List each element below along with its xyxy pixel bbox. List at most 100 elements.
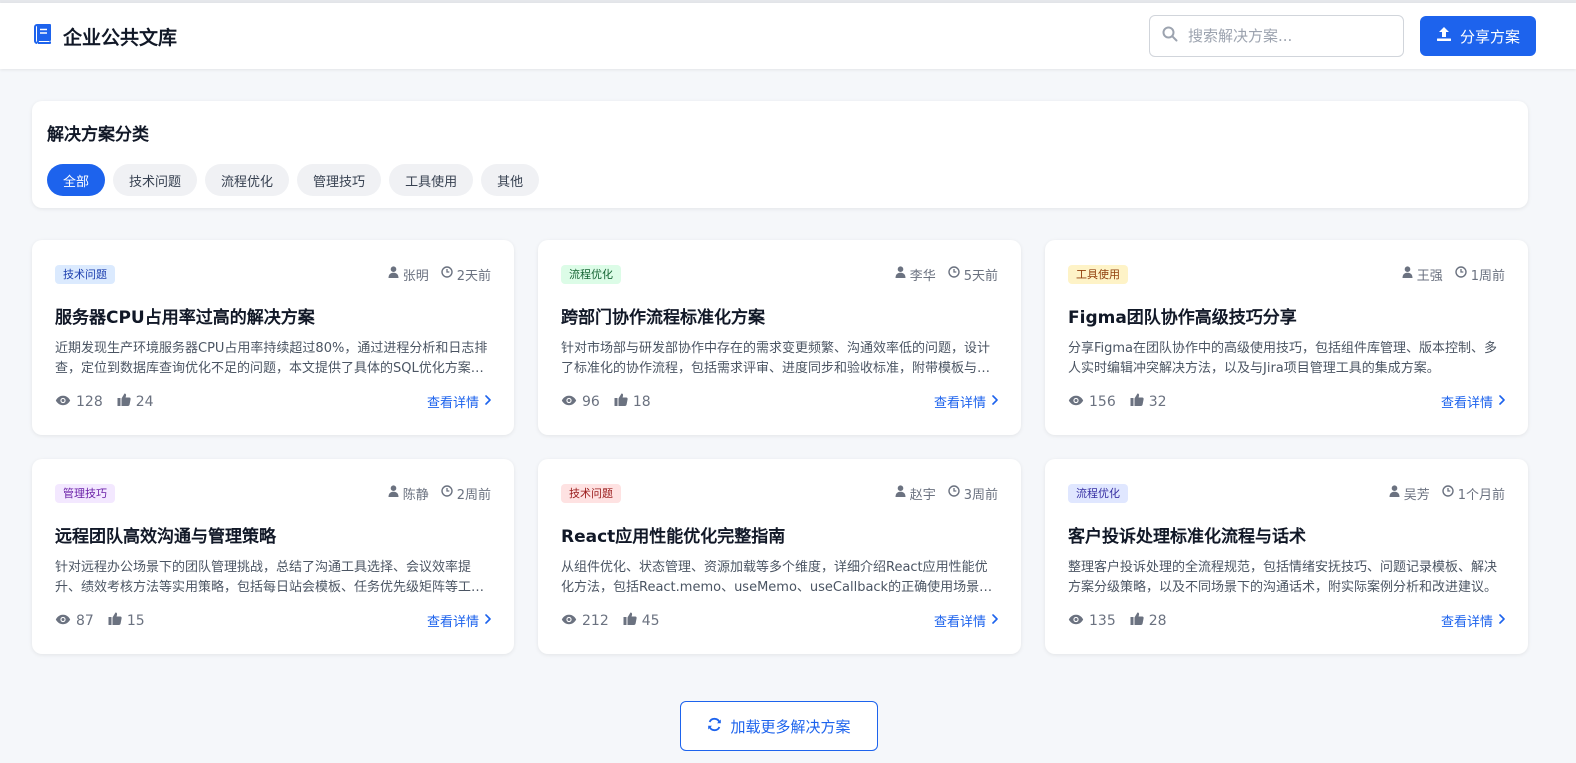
load-more-label: 加载更多解决方案	[730, 717, 851, 736]
like-count: 28	[1148, 612, 1167, 629]
card-title[interactable]: React应用性能优化完整指南	[561, 522, 998, 547]
view-details-link[interactable]: 查看详情	[934, 392, 998, 411]
like-count: 15	[126, 612, 145, 629]
chevron-right-icon	[992, 394, 998, 409]
user-icon	[388, 266, 399, 282]
view-details-link[interactable]: 查看详情	[427, 611, 491, 630]
share-button-label: 分享方案	[1459, 27, 1520, 46]
category-chip-other[interactable]: 其他	[481, 164, 540, 196]
like-count: 45	[641, 612, 660, 629]
view-details-label: 查看详情	[933, 615, 986, 630]
author-name: 张明	[402, 268, 429, 284]
category-tag: 管理技巧	[55, 483, 115, 503]
card-meta: 陈静 2周前	[388, 484, 491, 503]
thumbs-up-icon	[614, 393, 628, 410]
category-chip-all[interactable]: 全部	[47, 164, 106, 196]
card-meta: 吴芳 1个月前	[1389, 484, 1505, 503]
chevron-right-icon	[485, 394, 491, 409]
post-time: 2周前	[456, 487, 491, 503]
category-tag: 工具使用	[1068, 264, 1128, 284]
book-icon	[32, 23, 54, 49]
card-stats: 212 45	[561, 612, 660, 629]
card-title[interactable]: 跨部门协作流程标准化方案	[561, 303, 998, 328]
solution-card[interactable]: 流程优化 吴芳 1个月前 客户投诉处理标准化流程与话术 整理客户投诉处理的全流程…	[1045, 459, 1528, 654]
solution-card[interactable]: 技术问题 赵宇 3周前 React应用性能优化完整指南 从组件优化、状态管理、资…	[538, 459, 1021, 654]
upload-icon	[1436, 26, 1452, 46]
view-details-link[interactable]: 查看详情	[934, 611, 998, 630]
card-meta: 王强 1周前	[1402, 265, 1505, 284]
view-count: 212	[582, 612, 609, 629]
thumbs-up-icon	[1130, 393, 1144, 410]
view-details-link[interactable]: 查看详情	[427, 392, 491, 411]
category-filter: 全部 技术问题 流程优化 管理技巧 工具使用 其他	[47, 164, 1513, 196]
card-stats: 135 28	[1068, 612, 1167, 629]
app-header: 企业公共文库 分享方案	[0, 3, 1576, 69]
eye-icon	[1068, 394, 1084, 410]
eye-icon	[55, 613, 71, 629]
view-details-label: 查看详情	[426, 615, 479, 630]
view-count: 96	[582, 393, 600, 410]
view-count: 135	[1089, 612, 1116, 629]
category-chip-process[interactable]: 流程优化	[205, 164, 290, 196]
category-chip-tech[interactable]: 技术问题	[113, 164, 198, 196]
solution-card[interactable]: 流程优化 李华 5天前 跨部门协作流程标准化方案 针对市场部与研发部协作中存在的…	[538, 240, 1021, 435]
view-details-link[interactable]: 查看详情	[1441, 392, 1505, 411]
solution-grid: 技术问题 张明 2天前 服务器CPU占用率过高的解决方案 近期发现生产环境服务器…	[32, 240, 1528, 654]
view-details-link[interactable]: 查看详情	[1441, 611, 1505, 630]
user-icon	[895, 266, 906, 282]
card-title[interactable]: 客户投诉处理标准化流程与话术	[1068, 522, 1505, 547]
card-description: 近期发现生产环境服务器CPU占用率持续超过80%，通过进程分析和日志排查，定位到…	[55, 341, 488, 376]
card-title[interactable]: 服务器CPU占用率过高的解决方案	[55, 303, 491, 328]
card-meta: 张明 2天前	[388, 265, 491, 284]
post-time: 2天前	[456, 268, 491, 284]
load-more-button[interactable]: 加载更多解决方案	[680, 701, 878, 751]
category-tag: 流程优化	[1068, 483, 1128, 503]
user-icon	[1389, 485, 1400, 501]
refresh-icon	[707, 717, 722, 736]
eye-icon	[55, 394, 71, 410]
post-time: 3周前	[963, 487, 998, 503]
card-title[interactable]: Figma团队协作高级技巧分享	[1068, 303, 1505, 328]
card-description: 从组件优化、状态管理、资源加载等多个维度，详细介绍React应用性能优化方法，包…	[561, 560, 993, 595]
post-time: 1个月前	[1457, 487, 1505, 503]
card-meta: 李华 5天前	[895, 265, 998, 284]
solution-card[interactable]: 工具使用 王强 1周前 Figma团队协作高级技巧分享 分享Figma在团队协作…	[1045, 240, 1528, 435]
view-details-label: 查看详情	[1440, 615, 1493, 630]
search-input[interactable]	[1187, 27, 1378, 45]
thumbs-up-icon	[117, 393, 131, 410]
author-name: 吴芳	[1403, 487, 1430, 503]
view-count: 156	[1089, 393, 1116, 410]
eye-icon	[1068, 613, 1084, 629]
author-name: 李华	[909, 268, 936, 284]
card-title[interactable]: 远程团队高效沟通与管理策略	[55, 522, 491, 547]
search-box[interactable]	[1148, 15, 1404, 57]
card-stats: 87 15	[55, 612, 145, 629]
post-time: 1周前	[1470, 268, 1505, 284]
clock-icon	[441, 485, 453, 501]
card-description: 针对市场部与研发部协作中存在的需求变更频繁、沟通效率低的问题，设计了标准化的协作…	[561, 341, 991, 376]
clock-icon	[441, 266, 453, 282]
category-tag: 技术问题	[561, 483, 621, 503]
solution-card[interactable]: 管理技巧 陈静 2周前 远程团队高效沟通与管理策略 针对远程办公场景下的团队管理…	[32, 459, 514, 654]
card-stats: 128 24	[55, 393, 154, 410]
like-count: 32	[1148, 393, 1167, 410]
author-name: 赵宇	[909, 487, 936, 503]
brand[interactable]: 企业公共文库	[32, 23, 177, 50]
like-count: 24	[135, 393, 154, 410]
view-count: 128	[76, 393, 103, 410]
chevron-right-icon	[485, 613, 491, 628]
category-chip-tools[interactable]: 工具使用	[389, 164, 474, 196]
thumbs-up-icon	[108, 612, 122, 629]
user-icon	[895, 485, 906, 501]
thumbs-up-icon	[623, 612, 637, 629]
category-title: 解决方案分类	[47, 125, 149, 145]
category-chip-management[interactable]: 管理技巧	[297, 164, 382, 196]
solution-card[interactable]: 技术问题 张明 2天前 服务器CPU占用率过高的解决方案 近期发现生产环境服务器…	[32, 240, 514, 435]
clock-icon	[948, 485, 960, 501]
category-panel: 解决方案分类 全部 技术问题 流程优化 管理技巧 工具使用 其他	[32, 101, 1528, 208]
card-description: 整理客户投诉处理的全流程规范，包括情绪安抚技巧、问题记录模板、解决方案分级策略，…	[1068, 560, 1498, 595]
view-details-label: 查看详情	[1440, 396, 1493, 411]
share-solution-button[interactable]: 分享方案	[1419, 16, 1536, 56]
eye-icon	[561, 394, 577, 410]
category-tag: 技术问题	[55, 264, 115, 284]
